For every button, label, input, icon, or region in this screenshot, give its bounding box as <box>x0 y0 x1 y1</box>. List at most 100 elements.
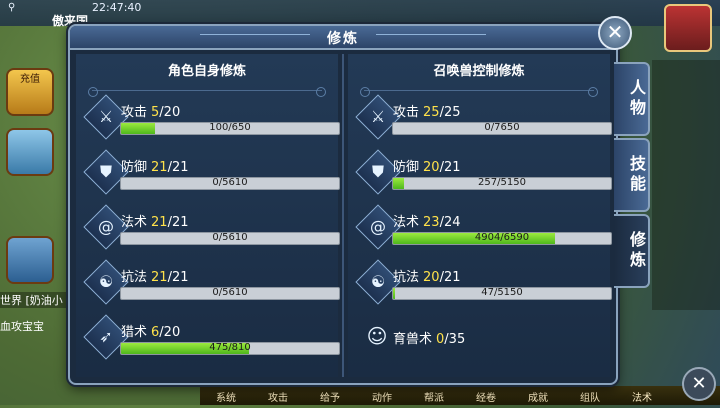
skill-level: 20 <box>423 270 440 285</box>
recharge-button[interactable]: 充值 <box>6 68 54 116</box>
cultivation-row[interactable]: ☯ 抗法 21/21 0/5610 <box>76 259 340 313</box>
column-divider <box>342 54 344 377</box>
cultivation-row[interactable]: ➶ 猎术 6/20 475/810 <box>76 314 340 368</box>
skill-level: 21 <box>151 215 168 230</box>
progress-bar: 47/5150 <box>392 287 612 300</box>
skill-name: 防御 <box>121 160 148 175</box>
progress-text: 0/5610 <box>212 177 248 188</box>
cultivation-row[interactable]: ⚔ 攻击 25/25 0/7650 <box>348 94 612 148</box>
title-bar: 修炼 <box>70 26 616 50</box>
skill-label: 育兽术 0/35 <box>393 328 465 347</box>
skill-label: 防御 21/21 <box>121 156 188 175</box>
bottom-menu-item[interactable]: 组队 <box>564 389 616 408</box>
bottom-menu-item[interactable]: 帮派 <box>408 389 460 408</box>
self-cultivation-column: 角色自身修炼 ⚔ 攻击 5/20 100/650 ⛊ 防御 21/21 0/5610 @ 法术 21… <box>76 54 340 377</box>
expand-icon[interactable] <box>6 128 54 176</box>
cultivation-row[interactable]: ☯ 抗法 20/21 47/5150 <box>348 259 612 313</box>
progress-text: 0/7650 <box>484 122 520 133</box>
tab-label: 修炼 <box>627 231 646 271</box>
cultivation-row[interactable]: ☺ 育兽术 0/35 <box>348 318 610 368</box>
progress-text: 257/5150 <box>478 177 526 188</box>
skill-max-level: /20 <box>159 105 181 120</box>
chat-line-2: 血攻宝宝 <box>0 320 44 333</box>
column-ornament <box>360 87 598 97</box>
cultivation-panel: 修炼 ✕ 角色自身修炼 ⚔ 攻击 5/20 100/650 ⛊ 防御 21/21 0/5610… <box>68 16 632 385</box>
cultivation-row[interactable]: @ 法术 23/24 4904/6590 <box>348 204 612 258</box>
close-menu-icon[interactable]: ✕ <box>682 367 716 401</box>
skill-label: 防御 20/21 <box>393 156 460 175</box>
bottom-menu-item[interactable]: 系统 <box>200 389 252 408</box>
progress-bar: 0/5610 <box>120 287 340 300</box>
skill-name: 猎术 <box>121 325 148 340</box>
skill-max-level: /20 <box>159 325 181 340</box>
progress-bar: 0/5610 <box>120 232 340 245</box>
skill-max-level: /35 <box>444 332 466 347</box>
column-title: 召唤兽控制修炼 <box>433 64 525 79</box>
progress-bar: 0/7650 <box>392 122 612 135</box>
progress-text: 0/5610 <box>212 232 248 243</box>
skill-max-level: /21 <box>439 160 461 175</box>
clock: 22:47:40 <box>92 1 142 14</box>
skill-max-level: /24 <box>439 215 461 230</box>
cultivation-row[interactable]: ⛊ 防御 20/21 257/5150 <box>348 149 612 203</box>
cultivation-row[interactable]: @ 法术 21/21 0/5610 <box>76 204 340 258</box>
skill-max-level: /21 <box>167 215 189 230</box>
skill-level: 25 <box>423 105 440 120</box>
bottom-menu: 系统 攻击 给予 动作 帮派 经卷 成就 组队 法术 <box>200 386 720 405</box>
wifi-icon: ⚲ <box>8 2 16 13</box>
skill-name: 攻击 <box>121 105 148 120</box>
tab-cultivation[interactable]: 修炼 <box>614 214 650 288</box>
progress-text: 47/5150 <box>481 287 523 298</box>
skill-label: 抗法 20/21 <box>393 266 460 285</box>
chat-text: [奶油小 <box>25 294 63 307</box>
bottom-menu-item[interactable]: 法术 <box>616 389 668 408</box>
skill-label: 攻击 25/25 <box>393 101 460 120</box>
skill-level: 23 <box>423 215 440 230</box>
bottom-menu-item[interactable]: 给予 <box>304 389 356 408</box>
progress-bar: 100/650 <box>120 122 340 135</box>
skill-max-level: /25 <box>439 105 461 120</box>
bottom-menu-item[interactable]: 动作 <box>356 389 408 408</box>
title-ornament-right <box>376 34 486 41</box>
skill-name: 抗法 <box>393 270 420 285</box>
bottom-menu-item[interactable]: 攻击 <box>252 389 304 408</box>
cultivation-row[interactable]: ⚔ 攻击 5/20 100/650 <box>76 94 340 148</box>
bottom-menu-item[interactable]: 经卷 <box>460 389 512 408</box>
skill-max-level: /21 <box>167 270 189 285</box>
recharge-label: 充值 <box>20 74 40 85</box>
progress-text: 0/5610 <box>212 287 248 298</box>
tab-skills[interactable]: 技能 <box>614 138 650 212</box>
skill-max-level: /21 <box>439 270 461 285</box>
chat-icon[interactable] <box>6 236 54 284</box>
chat-line: 世界 [奶油小 <box>0 292 70 308</box>
progress-bar: 4904/6590 <box>392 232 612 245</box>
skill-label: 抗法 21/21 <box>121 266 188 285</box>
tab-label: 人物 <box>627 79 646 119</box>
page-title: 修炼 <box>327 31 359 47</box>
skill-name: 抗法 <box>121 270 148 285</box>
player-avatar[interactable] <box>664 4 712 52</box>
progress-bar: 0/5610 <box>120 177 340 190</box>
skill-level: 21 <box>151 160 168 175</box>
skill-name: 法术 <box>121 215 148 230</box>
right-list <box>652 60 720 310</box>
progress-bar: 475/810 <box>120 342 340 355</box>
skill-label: 法术 21/21 <box>121 211 188 230</box>
cultivation-row[interactable]: ⛊ 防御 21/21 0/5610 <box>76 149 340 203</box>
tab-character[interactable]: 人物 <box>614 62 650 136</box>
skill-label: 攻击 5/20 <box>121 101 180 120</box>
progress-bar: 257/5150 <box>392 177 612 190</box>
chat-channel: 世界 <box>0 294 22 307</box>
close-icon: ✕ <box>606 20 624 44</box>
bottom-menu-item[interactable]: 成就 <box>512 389 564 408</box>
column-title: 角色自身修炼 <box>167 64 246 79</box>
pet-cultivation-column: 召唤兽控制修炼 ⚔ 攻击 25/25 0/7650 ⛊ 防御 20/21 257/5150 @ 法… <box>348 54 612 377</box>
skill-name: 法术 <box>393 215 420 230</box>
close-button[interactable]: ✕ <box>598 16 632 50</box>
tab-label: 技能 <box>627 155 646 195</box>
skill-name: 育兽术 <box>393 332 433 347</box>
skill-max-level: /21 <box>167 160 189 175</box>
progress-text: 100/650 <box>209 122 251 133</box>
column-ornament <box>88 87 326 97</box>
skill-name: 防御 <box>393 160 420 175</box>
